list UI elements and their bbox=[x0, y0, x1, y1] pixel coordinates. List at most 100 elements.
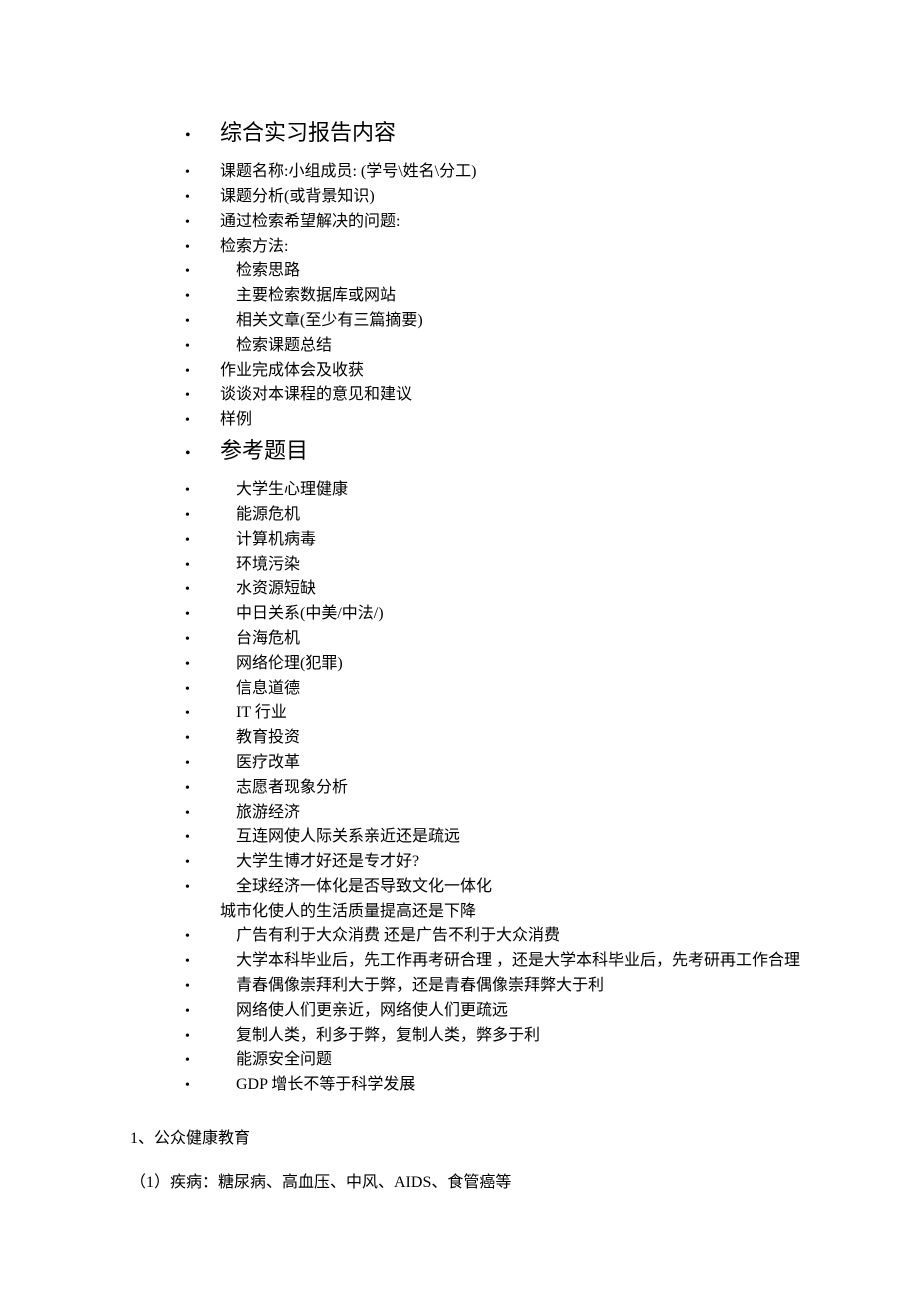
list-item-text: IT 行业 bbox=[220, 701, 820, 726]
list-item-text: 课题名称:小组成员: (学号\姓名\分工) bbox=[220, 160, 820, 185]
list-item: • IT 行业 bbox=[185, 701, 820, 726]
list-item: • 旅游经济 bbox=[185, 801, 820, 826]
list-item-text: 志愿者现象分析 bbox=[220, 776, 820, 801]
list-item: • 志愿者现象分析 bbox=[185, 776, 820, 801]
continuation-line: 城市化使人的生活质量提高还是下降 bbox=[220, 900, 820, 925]
list-item: • 检索课题总结 bbox=[185, 334, 820, 359]
sub-item-1: （1）疾病：糖尿病、高血压、中风、AIDS、食管癌等 bbox=[130, 1170, 820, 1196]
list-item: • 青春偶像崇拜利大于弊，还是青春偶像崇拜弊大于利 bbox=[185, 974, 820, 999]
section-2-list-a: • 大学生心理健康• 能源危机• 计算机病毒• 环境污染• 水资源短缺• 中日关… bbox=[130, 478, 820, 900]
list-item: • 互连网使人际关系亲近还是疏远 bbox=[185, 825, 820, 850]
bullet-icon: • bbox=[185, 949, 220, 973]
list-item: • 相关文章(至少有三篇摘要) bbox=[185, 309, 820, 334]
bullet-icon: • bbox=[185, 974, 220, 998]
heading-2: • 参考题目 bbox=[185, 433, 820, 468]
list-item: • 全球经济一体化是否导致文化一体化 bbox=[185, 875, 820, 900]
list-item: •作业完成体会及收获 bbox=[185, 359, 820, 384]
bullet-icon: • bbox=[185, 999, 220, 1023]
bullet-icon: • bbox=[185, 602, 220, 626]
bullet-icon: • bbox=[185, 924, 220, 948]
bullet-icon: • bbox=[185, 259, 220, 283]
list-item-text: 检索方法: bbox=[220, 235, 820, 260]
bullet-icon: • bbox=[185, 210, 220, 234]
list-item: •课题分析(或背景知识) bbox=[185, 185, 820, 210]
list-item: •谈谈对本课程的意见和建议 bbox=[185, 383, 820, 408]
list-item: • GDP 增长不等于科学发展 bbox=[185, 1073, 820, 1098]
bullet-icon: • bbox=[185, 1024, 220, 1048]
bullet-icon: • bbox=[185, 726, 220, 750]
list-item: • 医疗改革 bbox=[185, 751, 820, 776]
bullet-icon: • bbox=[185, 553, 220, 577]
list-item: • 信息道德 bbox=[185, 677, 820, 702]
bullet-icon: • bbox=[185, 235, 220, 259]
list-item: •样例 bbox=[185, 408, 820, 433]
list-item-text: 水资源短缺 bbox=[220, 577, 820, 602]
bullet-icon: • bbox=[185, 359, 220, 383]
list-item-text: 通过检索希望解决的问题: bbox=[220, 210, 820, 235]
list-item-text: 旅游经济 bbox=[220, 801, 820, 826]
bullet-icon: • bbox=[185, 383, 220, 407]
list-item: • 环境污染 bbox=[185, 553, 820, 578]
bullet-icon: • bbox=[185, 408, 220, 432]
list-item: • 大学生心理健康 bbox=[185, 478, 820, 503]
list-item: • 主要检索数据库或网站 bbox=[185, 284, 820, 309]
list-item-text: GDP 增长不等于科学发展 bbox=[220, 1073, 820, 1098]
list-item-text: 大学生心理健康 bbox=[220, 478, 820, 503]
bullet-icon: • bbox=[185, 441, 220, 467]
list-item-text: 中日关系(中美/中法/) bbox=[220, 602, 820, 627]
bullet-icon: • bbox=[185, 652, 220, 676]
bullet-icon: • bbox=[185, 160, 220, 184]
list-item-text: 主要检索数据库或网站 bbox=[220, 284, 820, 309]
bullet-icon: • bbox=[185, 701, 220, 725]
list-item-text: 环境污染 bbox=[220, 553, 820, 578]
list-item-text: 样例 bbox=[220, 408, 820, 433]
bullet-icon: • bbox=[185, 801, 220, 825]
document-page: • 综合实习报告内容 •课题名称:小组成员: (学号\姓名\分工)•课题分析(或… bbox=[0, 0, 920, 1275]
list-item: • 水资源短缺 bbox=[185, 577, 820, 602]
bullet-icon: • bbox=[185, 284, 220, 308]
bullet-icon: • bbox=[185, 1048, 220, 1072]
list-item: • 网络使人们更亲近，网络使人们更疏远 bbox=[185, 999, 820, 1024]
list-item-text: 大学生博才好还是专才好? bbox=[220, 850, 820, 875]
list-item: •检索方法: bbox=[185, 235, 820, 260]
bullet-icon: • bbox=[185, 528, 220, 552]
list-item: • 能源安全问题 bbox=[185, 1048, 820, 1073]
bullet-icon: • bbox=[185, 627, 220, 651]
section-1-list: •课题名称:小组成员: (学号\姓名\分工)•课题分析(或背景知识)•通过检索希… bbox=[130, 160, 820, 433]
list-item-text: 信息道德 bbox=[220, 677, 820, 702]
bullet-icon: • bbox=[185, 309, 220, 333]
section-number-1: 1、公众健康教育 bbox=[130, 1126, 820, 1152]
list-item-text: 谈谈对本课程的意见和建议 bbox=[220, 383, 820, 408]
list-item-text: 作业完成体会及收获 bbox=[220, 359, 820, 384]
list-item-text: 相关文章(至少有三篇摘要) bbox=[220, 309, 820, 334]
list-item-text: 网络伦理(犯罪) bbox=[220, 652, 820, 677]
list-item: • 中日关系(中美/中法/) bbox=[185, 602, 820, 627]
heading-1: • 综合实习报告内容 bbox=[185, 115, 820, 150]
list-item-text: 台海危机 bbox=[220, 627, 820, 652]
list-item-text: 检索思路 bbox=[220, 259, 820, 284]
list-item: • 网络伦理(犯罪) bbox=[185, 652, 820, 677]
bullet-icon: • bbox=[185, 185, 220, 209]
section-2-list-b: • 广告有利于大众消费 还是广告不利于大众消费• 大学本科毕业后，先工作再考研合… bbox=[130, 924, 820, 1098]
list-item: • 教育投资 bbox=[185, 726, 820, 751]
list-item: • 检索思路 bbox=[185, 259, 820, 284]
bullet-icon: • bbox=[185, 850, 220, 874]
list-item-text: 计算机病毒 bbox=[220, 528, 820, 553]
list-item-text: 广告有利于大众消费 还是广告不利于大众消费 bbox=[220, 924, 820, 949]
bullet-icon: • bbox=[185, 478, 220, 502]
bullet-icon: • bbox=[185, 503, 220, 527]
list-item: • 计算机病毒 bbox=[185, 528, 820, 553]
list-item: • 广告有利于大众消费 还是广告不利于大众消费 bbox=[185, 924, 820, 949]
list-item-text: 教育投资 bbox=[220, 726, 820, 751]
list-item-text: 全球经济一体化是否导致文化一体化 bbox=[220, 875, 820, 900]
bullet-icon: • bbox=[185, 334, 220, 358]
list-item-text: 能源安全问题 bbox=[220, 1048, 820, 1073]
list-item-text: 检索课题总结 bbox=[220, 334, 820, 359]
list-item: •通过检索希望解决的问题: bbox=[185, 210, 820, 235]
heading-2-text: 参考题目 bbox=[220, 433, 308, 468]
list-item: • 大学生博才好还是专才好? bbox=[185, 850, 820, 875]
heading-1-text: 综合实习报告内容 bbox=[220, 115, 396, 150]
list-item: • 台海危机 bbox=[185, 627, 820, 652]
list-item-text: 网络使人们更亲近，网络使人们更疏远 bbox=[220, 999, 820, 1024]
list-item: • 复制人类，利多于弊，复制人类，弊多于利 bbox=[185, 1024, 820, 1049]
